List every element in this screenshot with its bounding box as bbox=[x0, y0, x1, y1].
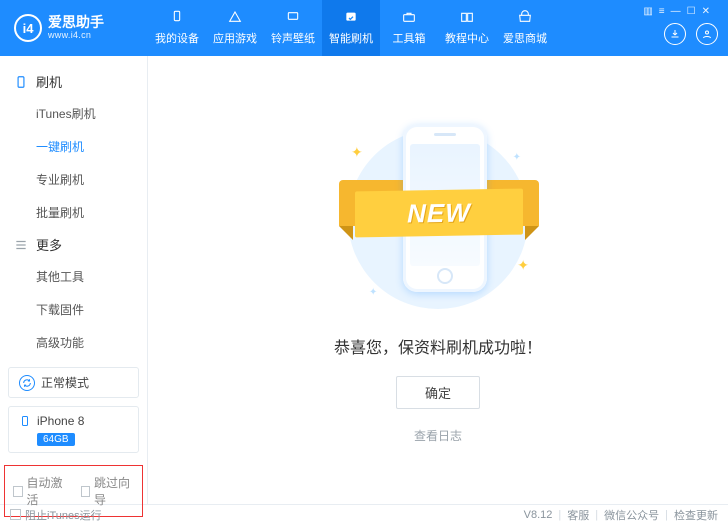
ok-button[interactable]: 确定 bbox=[396, 376, 480, 409]
store-icon bbox=[515, 10, 535, 26]
ribbon-text: NEW bbox=[407, 197, 471, 229]
sidebar-item-itunes-flash[interactable]: iTunes刷机 bbox=[0, 97, 147, 130]
success-message: 恭喜您，保资料刷机成功啦！ bbox=[334, 334, 542, 358]
download-button[interactable] bbox=[664, 23, 686, 45]
version-label: V8.12 bbox=[524, 509, 553, 521]
sidebar-group-flash[interactable]: 刷机 bbox=[0, 66, 147, 97]
nav-ringtones[interactable]: 铃声壁纸 bbox=[264, 0, 322, 56]
sidebar: 刷机 iTunes刷机 一键刷机 专业刷机 批量刷机 更多 其他工具 下载固件 … bbox=[0, 56, 148, 504]
checkbox-label: 跳过向导 bbox=[94, 474, 134, 508]
checkbox-icon bbox=[13, 486, 23, 497]
skip-guide-checkbox[interactable]: 跳过向导 bbox=[81, 474, 135, 508]
brand-url: www.i4.cn bbox=[48, 31, 104, 41]
success-illustration: ✦✦✦✦ NEW bbox=[333, 116, 543, 316]
device-icon bbox=[167, 10, 187, 26]
support-link[interactable]: 客服 bbox=[567, 507, 589, 523]
nav-tutorials[interactable]: 教程中心 bbox=[438, 0, 496, 56]
menu-icon[interactable]: ▥ bbox=[643, 6, 652, 17]
user-button[interactable] bbox=[696, 23, 718, 45]
sidebar-group-title: 刷机 bbox=[36, 72, 62, 91]
top-nav: 我的设备 应用游戏 铃声壁纸 智能刷机 工具箱 教程中心 爱思商城 bbox=[148, 0, 635, 56]
sidebar-item-pro-flash[interactable]: 专业刷机 bbox=[0, 163, 147, 196]
checkbox-label: 自动激活 bbox=[27, 474, 67, 508]
maximize-icon[interactable]: ☐ bbox=[687, 6, 696, 17]
sidebar-item-other-tools[interactable]: 其他工具 bbox=[0, 260, 147, 293]
tray-icon[interactable]: ≡ bbox=[659, 6, 665, 17]
view-log-link[interactable]: 查看日志 bbox=[414, 427, 462, 444]
close-icon[interactable]: ✕ bbox=[702, 6, 710, 17]
device-status[interactable]: iPhone 8 64GB bbox=[8, 406, 139, 453]
brand-logo-icon: i4 bbox=[14, 14, 42, 42]
mode-status[interactable]: 正常模式 bbox=[8, 367, 139, 398]
main-content: ✦✦✦✦ NEW 恭喜您，保资料刷机成功啦！ 确定 查看日志 bbox=[148, 56, 728, 504]
header-right: ▥ ≡ — ☐ ✕ bbox=[635, 0, 728, 56]
nav-toolbox[interactable]: 工具箱 bbox=[380, 0, 438, 56]
storage-badge: 64GB bbox=[37, 433, 75, 446]
sidebar-item-oneclick-flash[interactable]: 一键刷机 bbox=[0, 130, 147, 163]
sidebar-item-download-firmware[interactable]: 下载固件 bbox=[0, 293, 147, 326]
auto-activate-checkbox[interactable]: 自动激活 bbox=[13, 474, 67, 508]
minimize-icon[interactable]: — bbox=[671, 6, 681, 17]
list-icon bbox=[14, 238, 28, 252]
nav-my-device[interactable]: 我的设备 bbox=[148, 0, 206, 56]
nav-apps[interactable]: 应用游戏 bbox=[206, 0, 264, 56]
sidebar-item-advanced[interactable]: 高级功能 bbox=[0, 326, 147, 359]
toolbox-icon bbox=[399, 10, 419, 26]
sidebar-group-more[interactable]: 更多 bbox=[0, 229, 147, 260]
flash-icon bbox=[341, 10, 361, 26]
phone-icon bbox=[14, 75, 28, 89]
checkbox-icon bbox=[81, 486, 91, 497]
app-body: 刷机 iTunes刷机 一键刷机 专业刷机 批量刷机 更多 其他工具 下载固件 … bbox=[0, 56, 728, 504]
wechat-link[interactable]: 微信公众号 bbox=[604, 507, 659, 523]
nav-label: 工具箱 bbox=[393, 30, 426, 46]
apps-icon bbox=[225, 10, 245, 26]
nav-flash[interactable]: 智能刷机 bbox=[322, 0, 380, 56]
brand-name: 爱思助手 bbox=[48, 15, 104, 30]
nav-store[interactable]: 爱思商城 bbox=[496, 0, 554, 56]
nav-label: 铃声壁纸 bbox=[271, 30, 315, 46]
checkbox-icon bbox=[10, 509, 21, 520]
checkbox-label: 阻止iTunes运行 bbox=[25, 507, 102, 523]
nav-label: 智能刷机 bbox=[329, 30, 373, 46]
nav-label: 教程中心 bbox=[445, 30, 489, 46]
book-icon bbox=[457, 10, 477, 26]
device-name: iPhone 8 bbox=[37, 414, 84, 428]
app-header: i4 爱思助手 www.i4.cn 我的设备 应用游戏 铃声壁纸 智能刷机 工具… bbox=[0, 0, 728, 56]
nav-label: 爱思商城 bbox=[503, 30, 547, 46]
phone-small-icon bbox=[19, 413, 31, 429]
window-controls: ▥ ≡ — ☐ ✕ bbox=[635, 0, 718, 17]
nav-label: 我的设备 bbox=[155, 30, 199, 46]
wallpaper-icon bbox=[283, 10, 303, 26]
sidebar-group-title: 更多 bbox=[36, 235, 62, 254]
nav-label: 应用游戏 bbox=[213, 30, 257, 46]
refresh-icon bbox=[19, 375, 35, 391]
block-itunes-checkbox[interactable]: 阻止iTunes运行 bbox=[10, 507, 102, 523]
brand-block: i4 爱思助手 www.i4.cn bbox=[0, 14, 148, 42]
sidebar-item-batch-flash[interactable]: 批量刷机 bbox=[0, 196, 147, 229]
check-update-link[interactable]: 检查更新 bbox=[674, 507, 718, 523]
mode-label: 正常模式 bbox=[41, 374, 89, 391]
new-ribbon: NEW bbox=[355, 189, 523, 238]
